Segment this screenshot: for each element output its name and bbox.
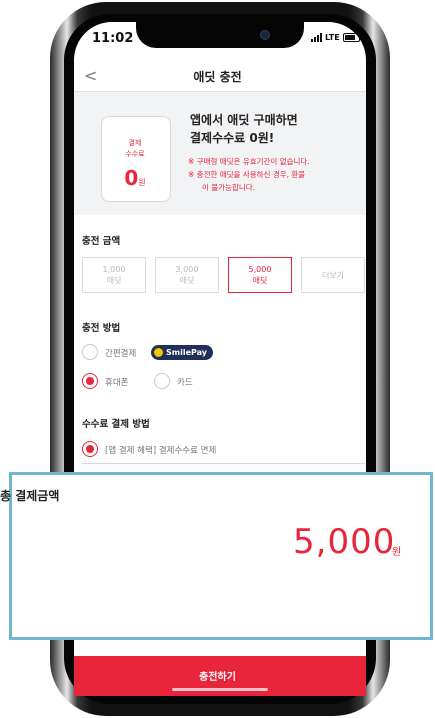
promo-notes: ※ 구매형 애딧은 유효기간이 없습니다. ※ 충전한 애딧을 사용하신 경우,…	[188, 155, 310, 194]
total-amount-unit: 원	[392, 547, 402, 558]
simple-pay-label: 간편결제	[105, 349, 137, 359]
camera-icon	[260, 30, 270, 40]
phone-notch	[136, 22, 304, 48]
total-amount-label: 총 결제금액	[0, 489, 60, 503]
amount-more-label: 더보기	[321, 270, 345, 280]
phone-label: 휴대폰	[105, 378, 129, 388]
radio-simple-pay[interactable]	[82, 344, 98, 360]
promo-headline-line2: 결제수수료 0원!	[190, 131, 275, 145]
status-indicators: LTE	[311, 33, 360, 42]
radio-fee-exempt[interactable]	[82, 441, 98, 457]
charge-method-title: 충전 방법	[82, 323, 121, 334]
status-time: 11:02	[92, 31, 134, 46]
fee-method-title: 수수료 결제 방법	[82, 419, 150, 430]
smilepay-label: SmilePay	[166, 348, 208, 357]
total-amount-value: 5,000	[293, 522, 396, 562]
promo-card-label-line1: 결제	[128, 139, 142, 147]
signal-icon	[311, 33, 322, 42]
battery-icon	[342, 33, 360, 42]
promo-note-line1: ※ 구매형 애딧은 유효기간이 없습니다.	[188, 157, 310, 166]
promo-note-line2: ※ 충전한 애딧을 사용하신 경우, 환불	[188, 170, 306, 179]
promo-card-zero: 0원	[101, 166, 169, 190]
amount-option-unit: 애딧	[106, 276, 122, 285]
card-label: 카드	[177, 378, 193, 388]
amount-option-value: 3,000	[175, 265, 199, 274]
fee-exempt-label: [앱 결제 혜택] 결제수수료 면제	[105, 446, 217, 456]
amount-option-5000[interactable]: 5,000 애딧	[228, 257, 292, 293]
smile-icon	[154, 348, 163, 357]
promo-note-line3: 이 불가능합니다.	[202, 183, 256, 192]
promo-card-label-line2: 수수료	[125, 150, 145, 158]
amount-more-button[interactable]: 더보기	[301, 257, 365, 293]
charge-button-label: 충전하기	[199, 672, 236, 683]
amount-option-value: 5,000	[248, 265, 272, 274]
promo-card-zero-unit: 원	[138, 178, 146, 187]
home-indicator[interactable]	[172, 688, 268, 691]
amount-section-title: 충전 금액	[82, 236, 121, 247]
amount-option-1000[interactable]: 1,000 애딧	[82, 257, 146, 293]
amount-option-unit: 애딧	[179, 276, 195, 285]
promo-headline-line1: 앱에서 애딧 구매하면	[190, 113, 298, 127]
page-title: 애딧 충전	[193, 70, 242, 84]
network-label: LTE	[325, 33, 340, 42]
radio-phone[interactable]	[82, 373, 98, 389]
radio-card[interactable]	[154, 373, 170, 389]
smilepay-badge: SmilePay	[151, 345, 214, 360]
promo-card-label: 결제 수수료	[101, 138, 169, 160]
amount-option-3000[interactable]: 3,000 애딧	[155, 257, 219, 293]
promo-headline: 앱에서 애딧 구매하면 결제수수료 0원!	[190, 111, 298, 147]
promo-card-zero-value: 0	[124, 166, 139, 190]
fee-divider	[82, 463, 366, 464]
amount-option-value: 1,000	[102, 265, 126, 274]
amount-option-unit: 애딧	[252, 276, 268, 285]
